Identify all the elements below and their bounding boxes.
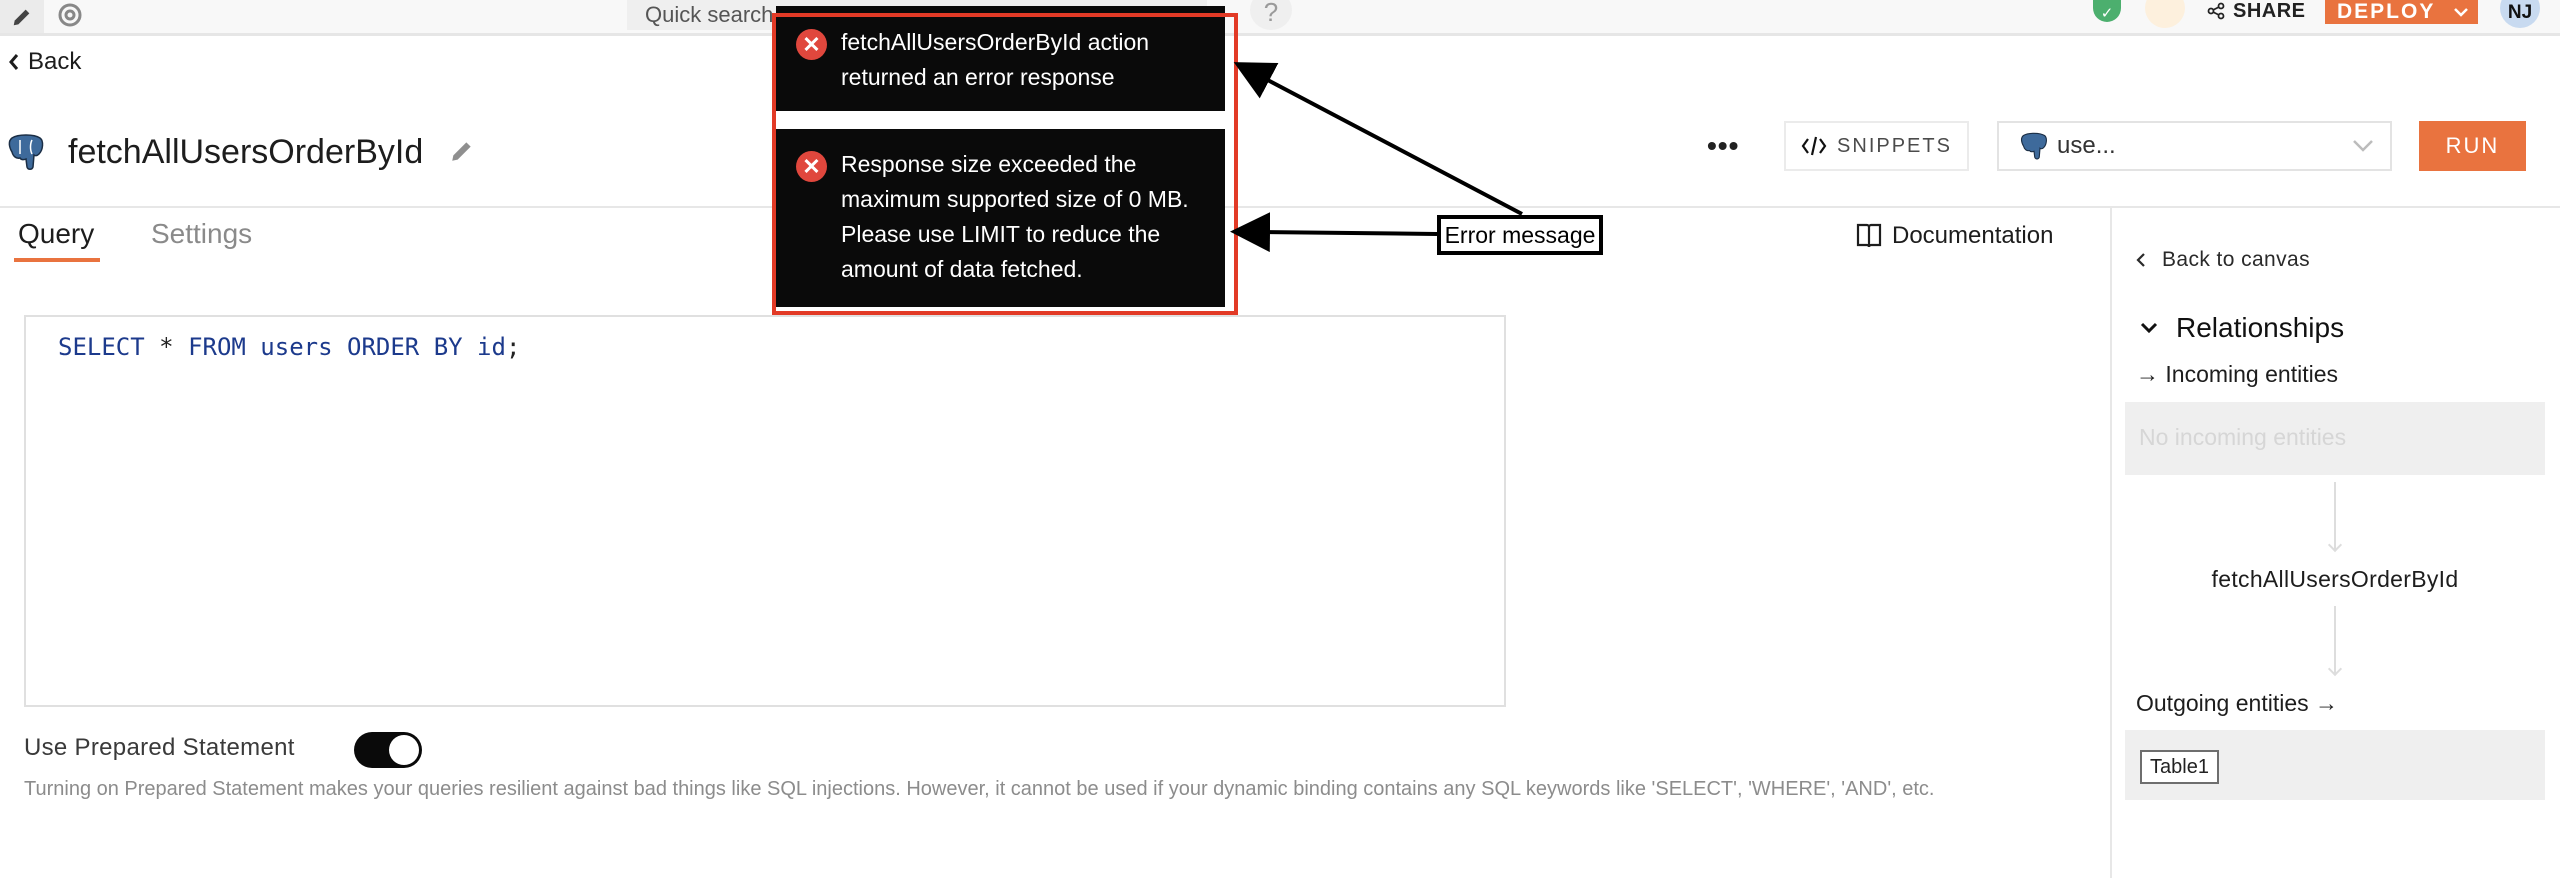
edit-mode-button[interactable] [0, 0, 44, 33]
eye-icon [58, 3, 82, 26]
arrow-down-icon [2327, 661, 2343, 677]
avatar-initials: NJ [2507, 2, 2533, 23]
query-code[interactable]: SELECT * FROM users ORDER BY id; [58, 333, 520, 361]
documentation-link[interactable]: Documentation [1856, 222, 2053, 250]
chevron-down-icon [2140, 322, 2158, 334]
annotation-label: Error message [1437, 215, 1603, 255]
outgoing-entities-label: Outgoing entities → [2136, 690, 2339, 716]
deploy-label: DEPLOY [2337, 0, 2436, 23]
chevron-left-icon [2136, 253, 2145, 267]
query-name[interactable]: fetchAllUsersOrderById [68, 133, 423, 172]
annotation-arrow-lower [1230, 212, 1438, 253]
snippets-label: SNIPPETS [1837, 134, 1952, 157]
pencil-icon [13, 9, 30, 25]
prepared-statement-label: Use Prepared Statement [24, 734, 295, 761]
share-icon [2207, 2, 2225, 20]
tab-settings[interactable]: Settings [151, 218, 252, 250]
sql-keyword: SELECT [58, 333, 145, 361]
query-editor[interactable] [24, 315, 1506, 707]
pencil-icon[interactable] [449, 138, 475, 164]
chevron-left-icon [9, 54, 19, 70]
arrow-down-icon [2327, 537, 2343, 553]
run-button[interactable]: RUN [2419, 121, 2526, 171]
back-link[interactable]: Back [8, 48, 81, 76]
back-to-canvas-label: Back to canvas [2162, 248, 2311, 271]
error-highlight-frame [772, 13, 1238, 315]
sql-star: * [159, 333, 174, 361]
prepared-statement-description: Turning on Prepared Statement makes your… [24, 778, 1935, 800]
help-icon: ? [1263, 0, 1279, 27]
incoming-entities-label: → Incoming entities [2136, 361, 2338, 387]
tab-query[interactable]: Query [18, 218, 94, 250]
datasource-select[interactable]: use... [1997, 121, 2392, 171]
right-panel-divider[interactable] [2110, 208, 2112, 878]
back-label: Back [28, 48, 82, 75]
outgoing-entity-chip[interactable]: Table1 [2140, 750, 2219, 784]
back-to-canvas-link[interactable]: Back to canvas [2136, 248, 2310, 272]
current-entity-name: fetchAllUsersOrderById [2211, 566, 2459, 592]
active-tab-indicator [14, 258, 100, 262]
toggle-knob [389, 735, 419, 765]
datasource-value: use... [2057, 132, 2116, 159]
documentation-label: Documentation [1892, 222, 2054, 249]
relationships-title: Relationships [2176, 312, 2345, 343]
more-options-button[interactable]: ••• [1707, 132, 1747, 160]
snippets-button[interactable]: SNIPPETS [1784, 121, 1969, 171]
postgres-elephant-icon [2020, 132, 2047, 160]
code-icon [1801, 136, 1827, 156]
postgres-elephant-icon [8, 134, 44, 170]
deploy-button[interactable]: DEPLOY [2325, 0, 2478, 24]
annotation-arrow-upper [1233, 62, 1523, 216]
share-button[interactable]: SHARE [2207, 0, 2306, 22]
relationships-section-toggle[interactable]: Relationships [2140, 312, 2344, 344]
chevron-down-icon [2353, 140, 2373, 152]
header-divider [0, 206, 2560, 208]
sql-semicolon: ; [505, 333, 521, 361]
sql-clause: FROM users ORDER BY id [188, 333, 506, 361]
view-mode-button[interactable] [52, 0, 88, 33]
incoming-entities-empty: No incoming entities [2139, 424, 2347, 450]
prepared-statement-toggle[interactable] [354, 732, 422, 768]
book-icon [1856, 223, 1882, 248]
share-label: SHARE [2233, 0, 2306, 22]
chevron-down-icon [2454, 8, 2469, 17]
